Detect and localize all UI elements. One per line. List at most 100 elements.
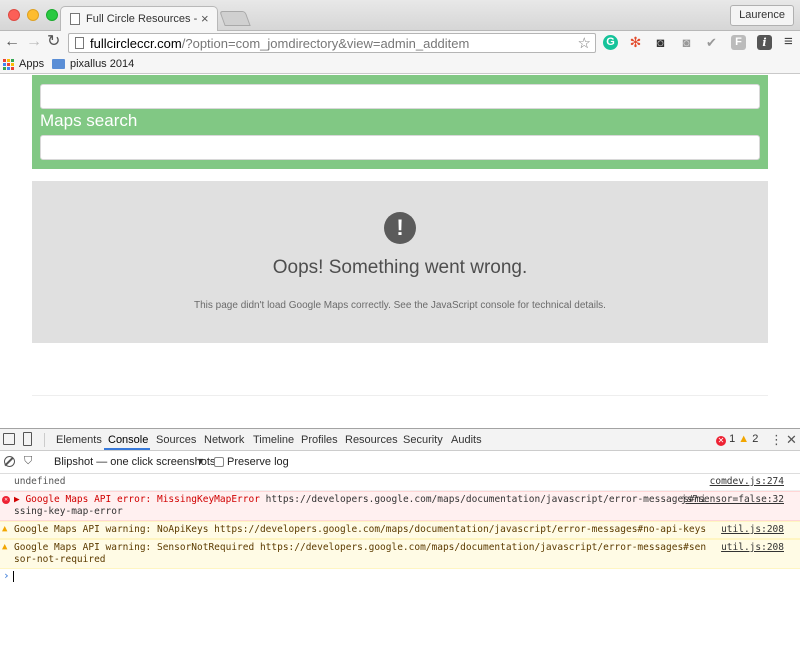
chrome-menu-icon[interactable]: ≡ (784, 33, 793, 50)
warning-icon: ▲ (2, 542, 8, 552)
console-row-warning: ▲ Google Maps API warning: SensorNotRequ… (0, 539, 800, 569)
tab-timeline[interactable]: Timeline (253, 434, 294, 446)
location-input[interactable] (40, 84, 760, 109)
window-close-button[interactable] (8, 9, 20, 21)
maps-search-label: Maps search (40, 111, 138, 130)
browser-toolbar: ← → ↻ fullcircleccr.com/?option=com_jomd… (0, 31, 800, 54)
browser-titlebar: Full Circle Resources - Full × Laurence (0, 0, 800, 32)
error-prefix[interactable]: ▶ Google Maps API error: MissingKeyMapEr… (14, 494, 260, 505)
error-icon: ✕ (2, 496, 10, 504)
console-message: undefined (14, 476, 66, 487)
console-source-link[interactable]: util.js:208 (721, 542, 784, 553)
warning-count: 2 (752, 433, 759, 445)
new-tab-button[interactable] (219, 11, 251, 26)
console-row: undefined comdev.js:274 (0, 474, 800, 491)
window-minimize-button[interactable] (27, 9, 39, 21)
page-viewport: Maps search ! Oops! Something went wrong… (0, 75, 800, 428)
divider (32, 395, 768, 396)
tab-network[interactable]: Network (204, 434, 244, 446)
devtools-tab-bar: Elements Console Sources Network Timelin… (0, 429, 800, 451)
grammarly-extension-icon[interactable]: G (603, 35, 618, 50)
error-count: 1 (729, 433, 736, 445)
bookmark-apps[interactable]: Apps (19, 58, 44, 70)
preserve-log-checkbox[interactable] (214, 457, 224, 467)
f-extension-icon[interactable]: F (731, 35, 746, 50)
warning-icon: ▲ (738, 433, 750, 445)
issue-counter[interactable]: ✕ 1 ▲ 2 (716, 433, 758, 446)
page-icon (70, 13, 80, 25)
text-cursor (13, 571, 14, 582)
device-mode-icon[interactable] (23, 432, 32, 446)
devtools-close-icon[interactable]: ✕ (786, 432, 797, 448)
url-text[interactable]: fullcircleccr.com/?option=com_jomdirecto… (90, 36, 469, 51)
divider (44, 433, 45, 447)
inspect-element-icon[interactable] (3, 433, 15, 445)
map-error-box: ! Oops! Something went wrong. This page … (32, 181, 768, 343)
joomla-extension-icon[interactable]: ✻ (628, 35, 643, 50)
profile-button[interactable]: Laurence (730, 5, 794, 26)
back-arrow-icon[interactable]: ← (4, 33, 20, 51)
tab-title: Full Circle Resources - Full (86, 13, 198, 25)
tab-console[interactable]: Console (108, 434, 148, 446)
page-icon (75, 37, 84, 49)
search-panel: Maps search (32, 75, 768, 169)
screenshot-extension-icon[interactable]: ◙ (679, 35, 694, 50)
apps-grid-dot (7, 67, 10, 70)
map-error-title: Oops! Something went wrong. (272, 257, 528, 278)
tab-profiles[interactable]: Profiles (301, 434, 338, 446)
info-extension-icon[interactable]: i (757, 35, 772, 50)
tab-sources[interactable]: Sources (156, 434, 196, 446)
apps-grid-dot (3, 67, 6, 70)
apps-grid-dot (3, 63, 6, 66)
devtools-panel: Elements Console Sources Network Timelin… (0, 428, 800, 649)
forward-arrow-icon[interactable]: → (26, 33, 42, 51)
bookmark-star-icon[interactable]: ☆ (578, 34, 591, 52)
bookmarks-bar: Apps pixallus 2014 (0, 54, 800, 74)
check-extension-icon[interactable]: ✔ (704, 35, 719, 50)
console-message[interactable]: Google Maps API warning: SensorNotRequir… (14, 542, 708, 566)
tab-audits[interactable]: Audits (451, 434, 482, 446)
apps-grid-dot (3, 59, 6, 62)
url-path: /?option=com_jomdirectory&view=admin_add… (181, 36, 470, 51)
apps-grid-dot (7, 59, 10, 62)
reload-icon[interactable]: ↻ (47, 33, 60, 51)
bookmark-folder-pixallus[interactable]: pixallus 2014 (70, 58, 134, 70)
console-message[interactable]: Google Maps API warning: NoApiKeys https… (14, 524, 708, 536)
console-source-link[interactable]: util.js:208 (721, 524, 784, 535)
filter-icon[interactable]: ⛉ (24, 455, 32, 468)
folder-icon (52, 59, 65, 69)
prompt-chevron-icon: › (3, 569, 10, 582)
warning-icon: ▲ (2, 524, 8, 534)
apps-grid-dot (11, 59, 14, 62)
clear-console-icon[interactable] (4, 456, 15, 467)
console-output: undefined comdev.js:274 ✕ ▶ Google Maps … (0, 474, 800, 583)
console-row-warning: ▲ Google Maps API warning: NoApiKeys htt… (0, 521, 800, 539)
window-maximize-button[interactable] (46, 9, 58, 21)
console-source-link[interactable]: comdev.js:274 (710, 476, 784, 487)
console-toolbar: ⛉ Blipshot — one click screenshots ▼ Pre… (0, 451, 800, 474)
console-prompt[interactable]: › (0, 569, 800, 583)
apps-grid-dot (11, 67, 14, 70)
active-tab-indicator (104, 448, 150, 450)
tab-elements[interactable]: Elements (56, 434, 102, 446)
console-source-link[interactable]: js?sensor=false:32 (681, 494, 784, 505)
tab-security[interactable]: Security (403, 434, 443, 446)
apps-grid-dot (11, 63, 14, 66)
preserve-log-label: Preserve log (227, 456, 289, 468)
camera-extension-icon[interactable]: ◙ (653, 35, 668, 50)
apps-grid-icon[interactable] (3, 59, 14, 70)
tab-close-icon[interactable]: × (201, 11, 209, 26)
error-icon: ✕ (716, 436, 726, 446)
address-bar[interactable]: fullcircleccr.com/?option=com_jomdirecto… (68, 33, 596, 53)
chevron-down-icon[interactable]: ▼ (196, 456, 205, 466)
console-message[interactable]: ▶ Google Maps API error: MissingKeyMapEr… (14, 494, 708, 518)
context-selector[interactable]: Blipshot — one click screenshots (54, 456, 215, 468)
alert-icon: ! (384, 212, 416, 244)
tab-resources[interactable]: Resources (345, 434, 398, 446)
browser-tab-active[interactable]: Full Circle Resources - Full × (60, 6, 218, 32)
console-row-error: ✕ ▶ Google Maps API error: MissingKeyMap… (0, 491, 800, 521)
devtools-menu-icon[interactable]: ⋮ (770, 432, 783, 448)
maps-search-input[interactable] (40, 135, 760, 160)
apps-grid-dot (7, 63, 10, 66)
url-domain: fullcircleccr.com (90, 36, 182, 51)
